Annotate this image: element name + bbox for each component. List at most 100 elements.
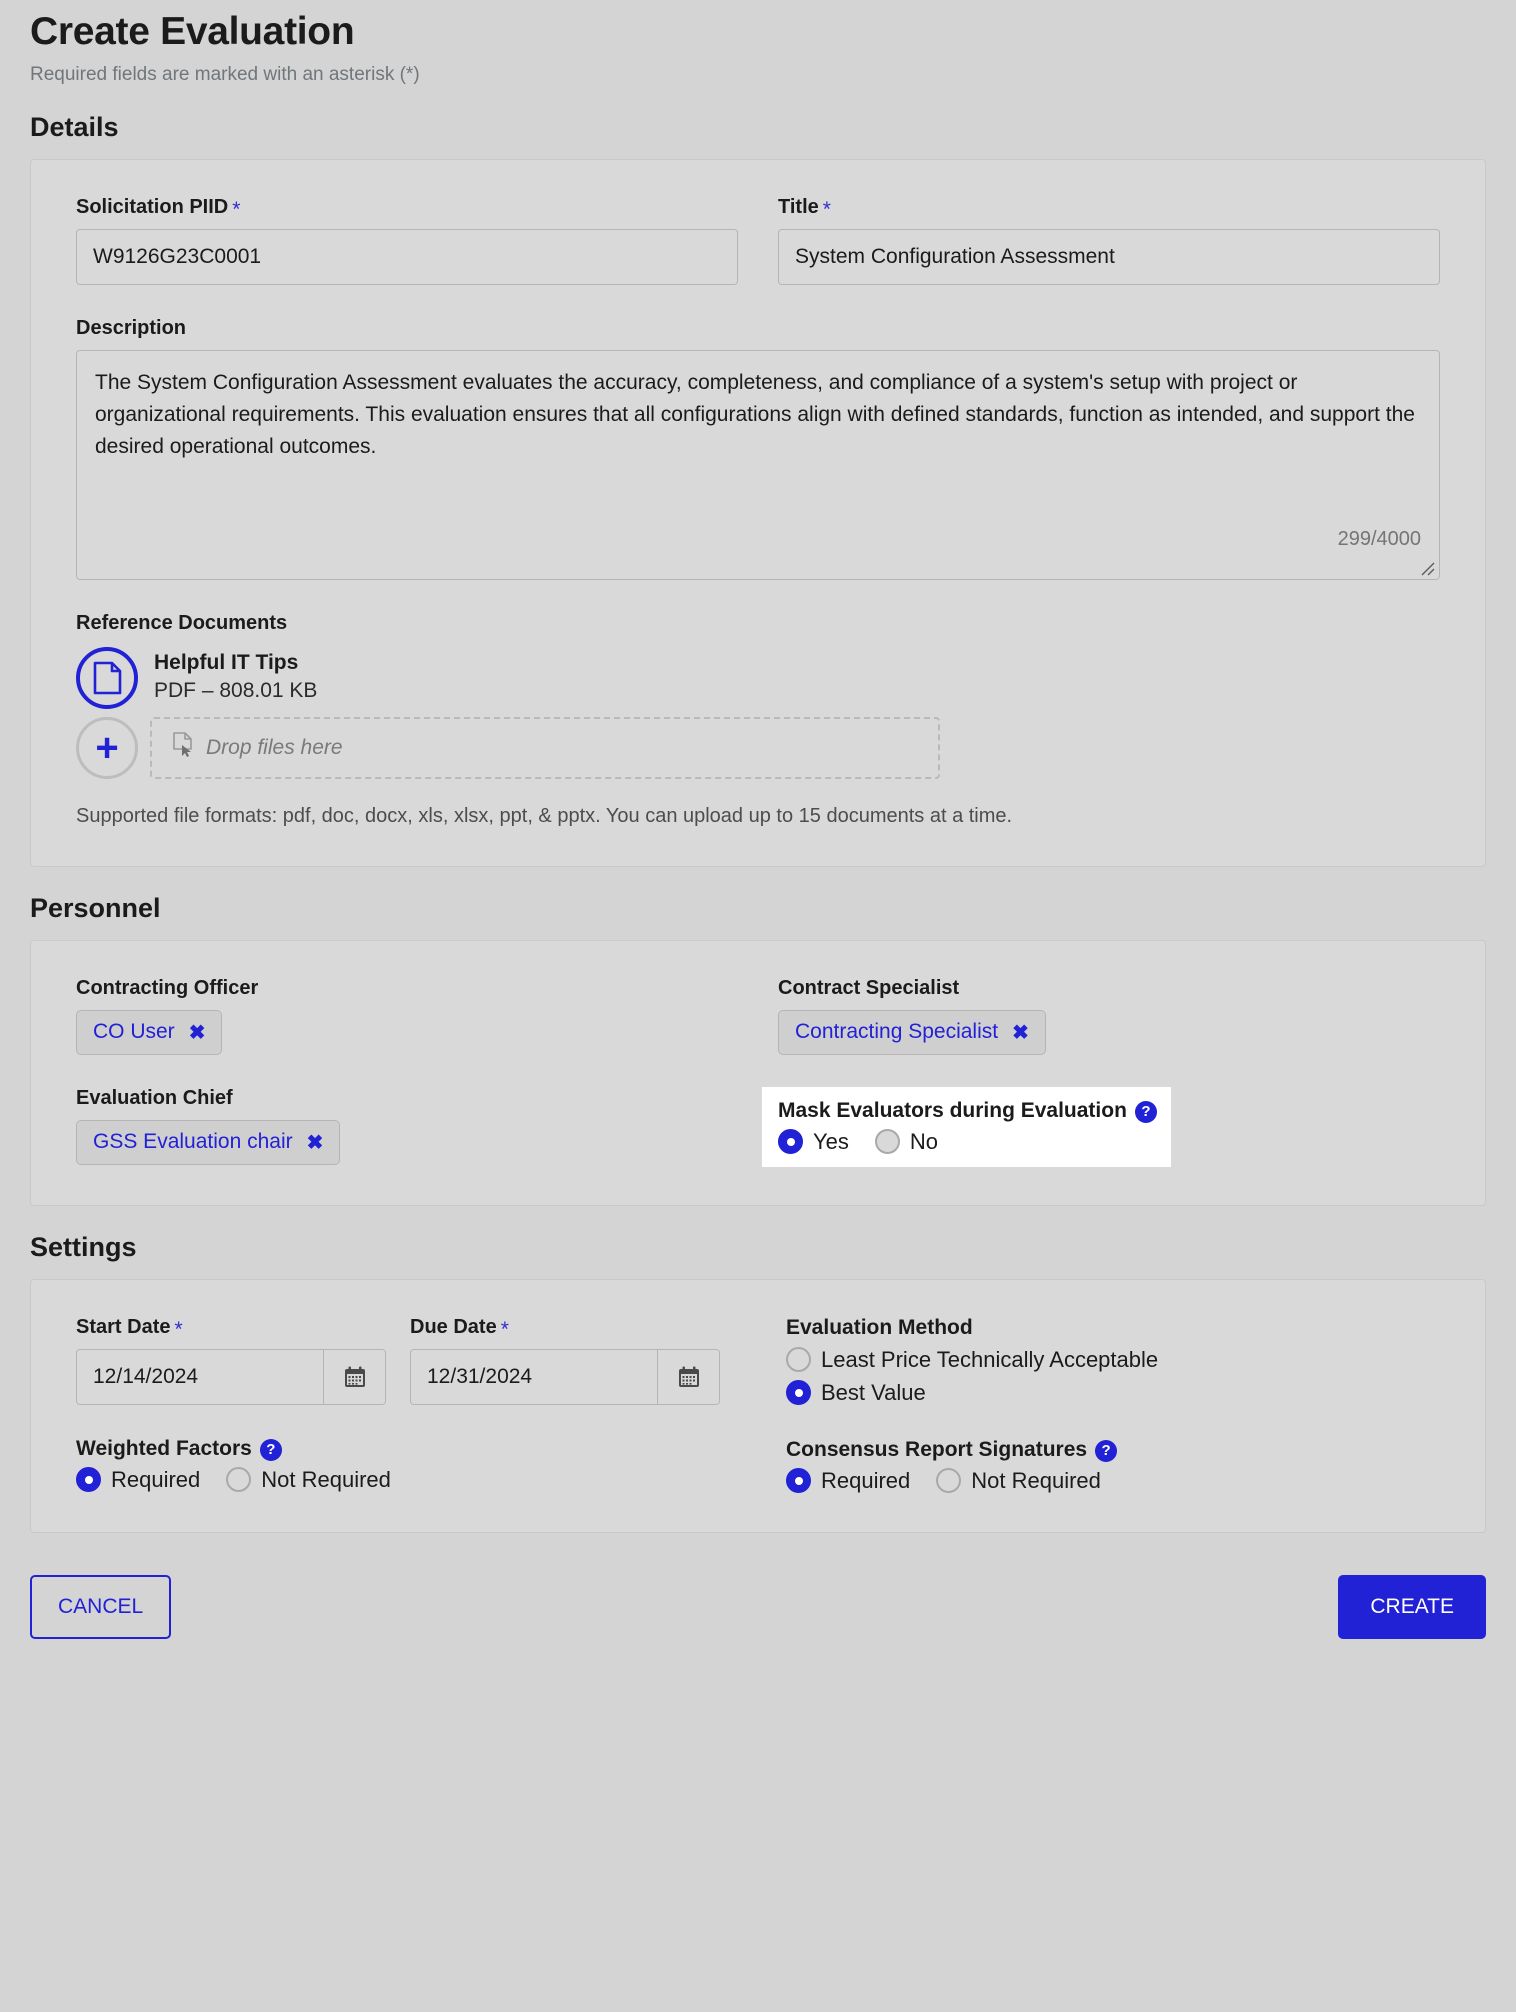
radio-indicator[interactable] [786,1380,811,1406]
evaluation-chief-label: Evaluation Chief [76,1086,233,1109]
solicitation-piid-input[interactable] [76,228,738,285]
settings-left-column: Start Date * 12/14/2024 Due Date * 12/31… [76,1316,786,1494]
settings-card: Start Date * 12/14/2024 Due Date * 12/31… [30,1278,1486,1533]
required-asterisk: * [174,1317,183,1341]
reference-document-name: Helpful IT Tips [154,651,299,675]
contracting-officer-chip[interactable]: CO User ✖ [76,1009,223,1055]
evaluation-chief-chip[interactable]: GSS Evaluation chair ✖ [76,1119,341,1165]
consensus-report-signatures-label-text: Consensus Report Signatures [786,1437,1088,1461]
resize-handle-icon[interactable] [1418,559,1436,577]
calendar-icon [344,1366,365,1387]
weighted-factors-option-not-required[interactable]: Not Required [226,1467,391,1493]
mask-evaluators-option-no[interactable]: No [874,1128,939,1155]
add-file-button[interactable]: + [76,716,138,779]
reference-document-item[interactable]: Helpful IT Tips PDF – 808.01 KB [76,646,1440,709]
mask-evaluators-radio-group: Yes No [778,1129,1157,1155]
reference-documents-field: Reference Documents Helpful IT Tips PDF … [76,612,1440,828]
consensus-report-signatures-radio-group: Required Not Required [786,1468,1440,1494]
required-asterisk: * [232,197,241,221]
chip-label: GSS Evaluation chair [93,1130,293,1154]
start-date-label: Start Date * [76,1315,386,1341]
radio-label: Required [821,1467,911,1493]
evaluation-method-option-best-value[interactable]: Best Value [786,1380,1440,1406]
start-date-field: Start Date * [76,1316,386,1405]
due-date-input[interactable] [411,1349,657,1404]
consensus-report-signatures-field: Consensus Report Signatures ? Required N… [786,1438,1440,1494]
weighted-factors-radio-group: Required Not Required [76,1467,786,1493]
weighted-factors-option-required[interactable]: Required [76,1467,200,1493]
start-date-input[interactable] [77,1349,323,1404]
help-icon[interactable]: ? [259,1438,282,1461]
radio-label: Least Price Technically Acceptable [821,1346,1159,1372]
section-heading-settings: Settings [30,1231,137,1262]
radio-indicator[interactable] [76,1467,101,1493]
radio-indicator[interactable] [226,1467,252,1493]
consensus-option-not-required[interactable]: Not Required [936,1468,1101,1494]
chip-label: CO User [93,1020,175,1044]
remove-chip-icon[interactable]: ✖ [1012,1020,1029,1045]
dropzone-label: Drop files here [206,735,343,759]
description-text: The System Configuration Assessment eval… [95,370,1421,458]
description-label: Description [76,317,1440,340]
character-counter: 299/4000 [1337,527,1421,550]
remove-chip-icon[interactable]: ✖ [189,1020,206,1045]
required-asterisk: * [500,1317,509,1341]
reference-documents-label: Reference Documents [76,612,1440,635]
start-date-input-wrap [76,1348,386,1405]
details-card: Solicitation PIID * Title * Description … [30,158,1486,867]
solicitation-piid-label: Solicitation PIID * [76,195,738,221]
contract-specialist-label: Contract Specialist [778,976,960,999]
reference-documents-label-text: Reference Documents [76,611,288,634]
due-date-calendar-button[interactable] [657,1349,719,1404]
evaluation-method-radio-group: Least Price Technically Acceptable Best … [786,1347,1440,1406]
radio-indicator[interactable] [778,1129,803,1155]
radio-label: Not Required [261,1466,391,1492]
cancel-button[interactable]: CANCEL [30,1574,172,1639]
weighted-factors-field: Weighted Factors ? Required Not Required [76,1437,786,1493]
mask-evaluators-option-yes[interactable]: Yes [778,1129,849,1155]
radio-indicator[interactable] [936,1468,962,1494]
contracting-officer-field: Contracting Officer CO User ✖ [76,977,738,1055]
radio-label: Best Value [821,1379,926,1405]
evaluation-method-option-lpta[interactable]: Least Price Technically Acceptable [786,1347,1440,1373]
evaluation-method-label: Evaluation Method [786,1315,973,1339]
title-label: Title * [778,195,1440,221]
start-date-label-text: Start Date [76,1315,171,1338]
date-group: Start Date * 12/14/2024 Due Date * 12/31… [76,1316,786,1405]
title-input[interactable] [778,228,1440,285]
section-heading-details: Details [30,111,119,142]
radio-indicator[interactable] [874,1129,900,1155]
mask-evaluators-label-text: Mask Evaluators during Evaluation [778,1098,1127,1122]
solicitation-piid-label-text: Solicitation PIID [76,195,229,218]
radio-label: No [909,1128,939,1154]
page-title: Create Evaluation [30,10,355,53]
help-icon[interactable]: ? [1134,1100,1157,1123]
description-textarea[interactable]: The System Configuration Assessment eval… [76,349,1440,580]
remove-chip-icon[interactable]: ✖ [307,1130,324,1155]
pdf-document-icon [76,646,138,709]
contract-specialist-field: Contract Specialist Contracting Speciali… [778,977,1440,1055]
evaluation-chief-field: Evaluation Chief GSS Evaluation chair ✖ [76,1087,738,1167]
calendar-icon [678,1366,699,1387]
create-evaluation-page: Create Evaluation Required fields are ma… [0,10,1516,2012]
mask-evaluators-label: Mask Evaluators during Evaluation ? [778,1099,1157,1123]
help-icon[interactable]: ? [1095,1439,1118,1462]
supported-formats-note: Supported file formats: pdf, doc, docx, … [76,804,1013,827]
start-date-calendar-button[interactable] [323,1349,385,1404]
radio-label: Not Required [971,1467,1101,1493]
due-date-field: Due Date * [410,1316,720,1405]
radio-label: Required [111,1466,201,1492]
required-asterisk: * [822,197,831,221]
create-button[interactable]: CREATE [1338,1574,1486,1639]
file-dropzone[interactable]: Drop files here [150,716,940,779]
title-label-text: Title [778,195,819,218]
contract-specialist-chip[interactable]: Contracting Specialist ✖ [778,1009,1046,1055]
drop-file-icon [172,732,194,763]
due-date-label-text: Due Date [410,1315,497,1338]
consensus-report-signatures-label: Consensus Report Signatures ? [786,1438,1440,1462]
mask-evaluators-field: Mask Evaluators during Evaluation ? Yes … [762,1086,1440,1167]
file-upload-row: + Drop files here [76,716,1440,779]
radio-indicator[interactable] [786,1468,811,1494]
consensus-option-required[interactable]: Required [786,1468,910,1494]
radio-indicator[interactable] [786,1347,811,1373]
